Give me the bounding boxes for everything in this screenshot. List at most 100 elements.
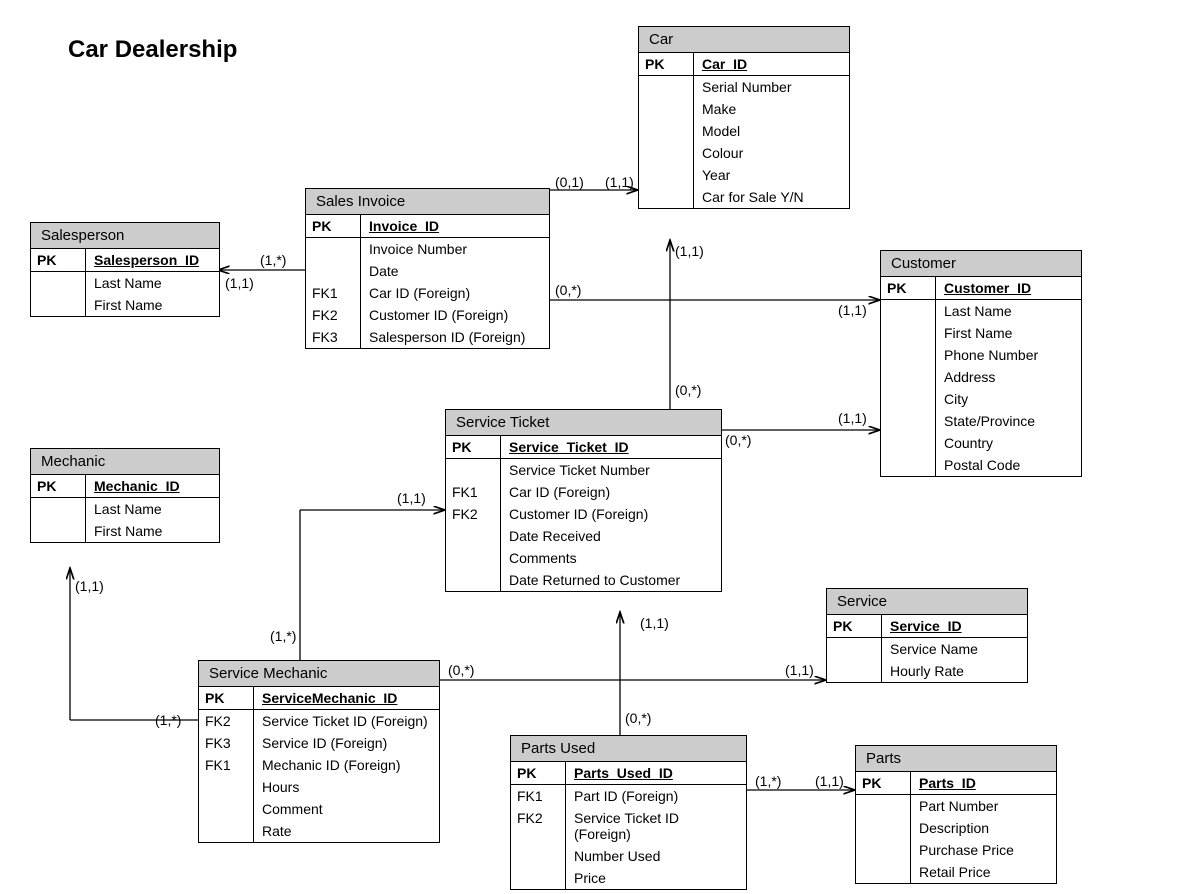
pk-label: PK <box>827 615 882 637</box>
pk-field: Mechanic_ID <box>86 475 219 497</box>
attr: Car ID (Foreign) <box>361 282 549 304</box>
attr: Customer ID (Foreign) <box>501 503 721 525</box>
attr: Service Ticket ID (Foreign) <box>254 710 439 732</box>
attr: Colour <box>694 142 849 164</box>
attr: State/Province <box>936 410 1081 432</box>
card-label: (1,1) <box>75 578 104 594</box>
attr: Serial Number <box>694 76 849 98</box>
attr: Part ID (Foreign) <box>566 785 746 807</box>
pk-label: PK <box>511 762 566 784</box>
entity-header: Customer <box>881 251 1081 277</box>
attr: Rate <box>254 820 439 842</box>
attr: Service Ticket Number <box>501 459 721 481</box>
attr: Address <box>936 366 1081 388</box>
attr: First Name <box>86 294 219 316</box>
entity-sales-invoice: Sales Invoice PK Invoice_ID Invoice Numb… <box>305 188 550 349</box>
entity-header: Parts Used <box>511 736 746 762</box>
card-label: (1,1) <box>605 174 634 190</box>
entity-salesperson: Salesperson PK Salesperson_ID Last Name … <box>30 222 220 317</box>
attr: Last Name <box>936 300 1081 322</box>
attr: Country <box>936 432 1081 454</box>
entity-header: Service Mechanic <box>199 661 439 687</box>
pk-label: PK <box>639 53 694 75</box>
attr: Service ID (Foreign) <box>254 732 439 754</box>
entity-car: Car PK Car_ID Serial Number Make Model C… <box>638 26 850 209</box>
card-label: (1,1) <box>225 275 254 291</box>
fk-label <box>446 569 501 591</box>
attr: Make <box>694 98 849 120</box>
pk-field: Parts_Used_ID <box>566 762 746 784</box>
pk-field: Parts_ID <box>911 772 1056 794</box>
attr: Year <box>694 164 849 186</box>
attr: Service Name <box>882 638 1027 660</box>
entity-parts-used: Parts Used PK Parts_Used_ID FK1Part ID (… <box>510 735 747 890</box>
entity-header: Service Ticket <box>446 410 721 436</box>
fk-label <box>511 867 566 889</box>
card-label: (1,*) <box>270 628 296 644</box>
fk-label <box>199 776 254 798</box>
fk-label <box>306 260 361 282</box>
attr: Purchase Price <box>911 839 1056 861</box>
pk-label: PK <box>306 215 361 237</box>
pk-label: PK <box>31 249 86 271</box>
attr: Postal Code <box>936 454 1081 476</box>
attr: Invoice Number <box>361 238 549 260</box>
card-label: (1,*) <box>755 773 781 789</box>
fk-label <box>446 459 501 481</box>
fk-label <box>199 798 254 820</box>
fk-label <box>306 238 361 260</box>
attr: Last Name <box>86 498 219 520</box>
attr: Description <box>911 817 1056 839</box>
entity-service: Service PK Service_ID Service Name Hourl… <box>826 588 1028 683</box>
fk-label <box>446 547 501 569</box>
attr: Comments <box>501 547 721 569</box>
attr: Number Used <box>566 845 746 867</box>
entity-service-mechanic: Service Mechanic PK ServiceMechanic_ID F… <box>198 660 440 843</box>
entity-header: Car <box>639 27 849 53</box>
fk-label: FK1 <box>199 754 254 776</box>
entity-header: Service <box>827 589 1027 615</box>
attr: Date <box>361 260 549 282</box>
fk-label <box>446 525 501 547</box>
entity-parts: Parts PK Parts_ID Part Number Descriptio… <box>855 745 1057 884</box>
fk-label: FK3 <box>306 326 361 348</box>
attr: Car ID (Foreign) <box>501 481 721 503</box>
fk-label: FK3 <box>199 732 254 754</box>
fk-label: FK1 <box>446 481 501 503</box>
attr: Customer ID (Foreign) <box>361 304 549 326</box>
fk-label: FK2 <box>199 710 254 732</box>
card-label: (0,1) <box>555 174 584 190</box>
fk-label <box>199 820 254 842</box>
card-label: (0,*) <box>448 662 474 678</box>
pk-label: PK <box>31 475 86 497</box>
entity-mechanic: Mechanic PK Mechanic_ID Last Name First … <box>30 448 220 543</box>
card-label: (1,*) <box>155 712 181 728</box>
entity-header: Parts <box>856 746 1056 772</box>
card-label: (0,*) <box>625 710 651 726</box>
pk-field: ServiceMechanic_ID <box>254 687 439 709</box>
pk-label: PK <box>446 436 501 458</box>
entity-header: Salesperson <box>31 223 219 249</box>
entity-header: Mechanic <box>31 449 219 475</box>
card-label: (1,1) <box>675 243 704 259</box>
card-label: (0,*) <box>725 432 751 448</box>
fk-label <box>511 845 566 867</box>
attr: Car for Sale Y/N <box>694 186 849 208</box>
fk-label: FK2 <box>511 807 566 845</box>
attr: Hourly Rate <box>882 660 1027 682</box>
er-diagram-canvas: { "title": "Car Dealership", "entities":… <box>0 0 1186 894</box>
attr: Part Number <box>911 795 1056 817</box>
pk-field: Salesperson_ID <box>86 249 219 271</box>
card-label: (1,1) <box>815 773 844 789</box>
attr: Last Name <box>86 272 219 294</box>
pk-field: Invoice_ID <box>361 215 549 237</box>
pk-field: Customer_ID <box>936 277 1081 299</box>
card-label: (1,1) <box>785 662 814 678</box>
attr: Salesperson ID (Foreign) <box>361 326 549 348</box>
attr: First Name <box>936 322 1081 344</box>
card-label: (0,*) <box>555 282 581 298</box>
attr: Retail Price <box>911 861 1056 883</box>
card-label: (1,*) <box>260 252 286 268</box>
attr: Date Received <box>501 525 721 547</box>
pk-label: PK <box>199 687 254 709</box>
